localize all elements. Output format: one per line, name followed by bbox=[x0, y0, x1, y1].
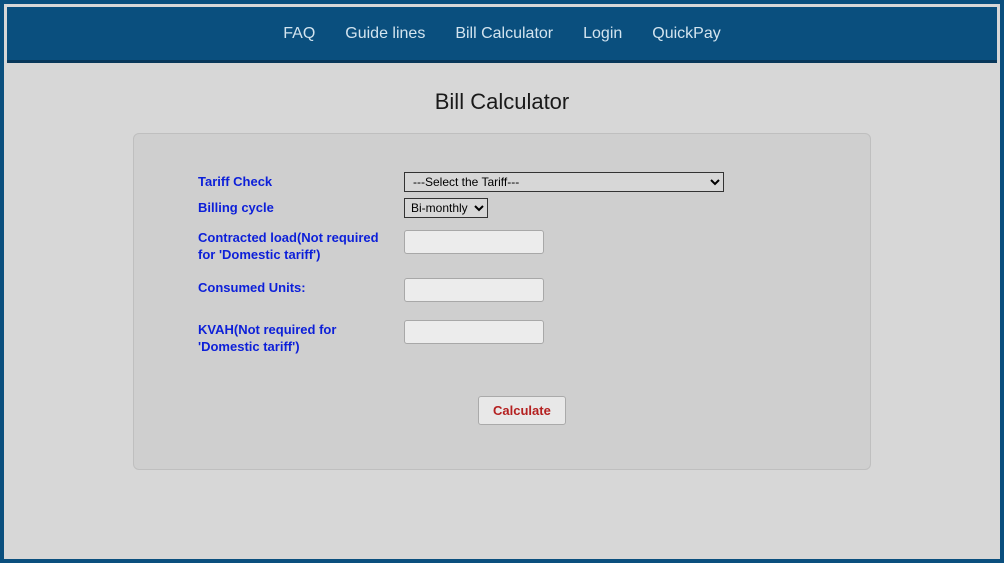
nav-login[interactable]: Login bbox=[583, 25, 622, 43]
nav-faq[interactable]: FAQ bbox=[283, 25, 315, 43]
nav-quickpay[interactable]: QuickPay bbox=[652, 25, 720, 43]
label-kvah: KVAH(Not required for 'Domestic tariff') bbox=[134, 320, 394, 356]
billing-cycle-select[interactable]: Bi-monthly bbox=[404, 198, 488, 218]
label-tariff-check: Tariff Check bbox=[134, 172, 394, 191]
top-nav: FAQ Guide lines Bill Calculator Login Qu… bbox=[7, 7, 997, 63]
label-consumed-units: Consumed Units: bbox=[134, 278, 394, 297]
nav-guidelines[interactable]: Guide lines bbox=[345, 25, 425, 43]
contracted-load-input[interactable] bbox=[404, 230, 544, 254]
page-title: Bill Calculator bbox=[7, 89, 997, 115]
label-billing-cycle: Billing cycle bbox=[134, 198, 394, 217]
form-panel: Tariff Check ---Select the Tariff--- Bil… bbox=[133, 133, 871, 470]
calculate-button[interactable]: Calculate bbox=[478, 396, 566, 425]
tariff-select[interactable]: ---Select the Tariff--- bbox=[404, 172, 724, 192]
consumed-units-input[interactable] bbox=[404, 278, 544, 302]
kvah-input[interactable] bbox=[404, 320, 544, 344]
nav-bill-calculator[interactable]: Bill Calculator bbox=[455, 25, 553, 43]
label-contracted-load: Contracted load(Not required for 'Domest… bbox=[134, 230, 394, 264]
